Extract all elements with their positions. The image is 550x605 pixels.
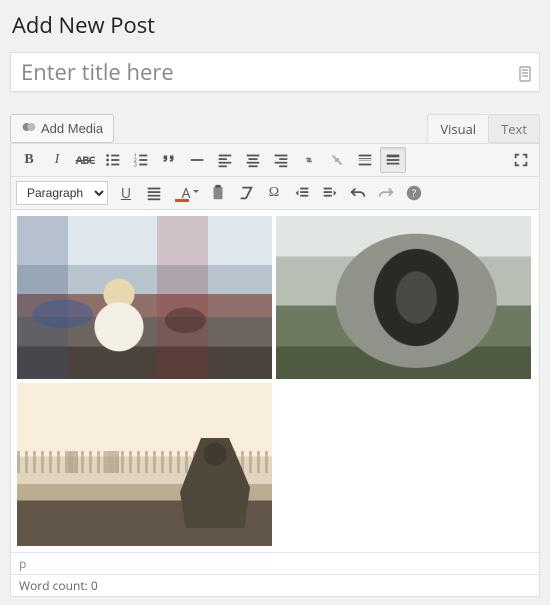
editor-container: B I ABC 123 <box>10 143 540 597</box>
element-path[interactable]: p <box>11 552 539 574</box>
word-count: Word count: 0 <box>11 574 539 596</box>
permalink-icon[interactable] <box>519 65 531 79</box>
add-media-label: Add Media <box>41 121 103 136</box>
align-left-button[interactable] <box>212 147 238 173</box>
toolbar-row-2: Paragraph U A Ω <box>11 177 539 210</box>
chevron-down-icon <box>193 190 199 196</box>
bold-button[interactable]: B <box>16 147 42 173</box>
numbered-list-button[interactable]: 123 <box>128 147 154 173</box>
strikethrough-button[interactable]: ABC <box>72 147 98 173</box>
justify-button[interactable] <box>141 180 167 206</box>
svg-text:3: 3 <box>134 160 137 168</box>
unlink-button[interactable] <box>324 147 350 173</box>
tab-visual[interactable]: Visual <box>427 114 489 143</box>
underline-button[interactable]: U <box>113 180 139 206</box>
help-button[interactable]: ? <box>401 180 427 206</box>
toolbar-row-1: B I ABC 123 <box>11 144 539 177</box>
align-right-button[interactable] <box>268 147 294 173</box>
tab-text[interactable]: Text <box>488 114 540 143</box>
gallery-image[interactable] <box>17 383 272 546</box>
undo-button[interactable] <box>345 180 371 206</box>
svg-text:?: ? <box>412 186 416 200</box>
blockquote-button[interactable] <box>156 147 182 173</box>
read-more-button[interactable] <box>352 147 378 173</box>
gallery-image[interactable] <box>276 216 531 379</box>
add-media-button[interactable]: Add Media <box>10 114 114 143</box>
font-color-swatch <box>175 199 189 202</box>
image-gallery <box>17 216 533 546</box>
font-color-button[interactable]: A <box>169 180 203 206</box>
paste-text-button[interactable] <box>205 180 231 206</box>
indent-button[interactable] <box>317 180 343 206</box>
fullscreen-button[interactable] <box>508 147 534 173</box>
post-title-container <box>10 52 540 92</box>
align-center-button[interactable] <box>240 147 266 173</box>
bullet-list-button[interactable] <box>100 147 126 173</box>
kitchen-sink-button[interactable] <box>380 147 406 173</box>
hr-button[interactable] <box>184 147 210 173</box>
clear-format-button[interactable] <box>233 180 259 206</box>
post-title-input[interactable] <box>21 57 509 87</box>
page-title: Add New Post <box>12 10 540 40</box>
format-select[interactable]: Paragraph <box>16 181 108 205</box>
link-button[interactable] <box>296 147 322 173</box>
outdent-button[interactable] <box>289 180 315 206</box>
editor-canvas[interactable] <box>11 210 539 552</box>
gallery-image[interactable] <box>17 216 272 379</box>
redo-button[interactable] <box>373 180 399 206</box>
media-icon <box>21 119 37 138</box>
italic-button[interactable]: I <box>44 147 70 173</box>
special-char-button[interactable]: Ω <box>261 180 287 206</box>
editor-tabs: Visual Text <box>428 114 540 143</box>
